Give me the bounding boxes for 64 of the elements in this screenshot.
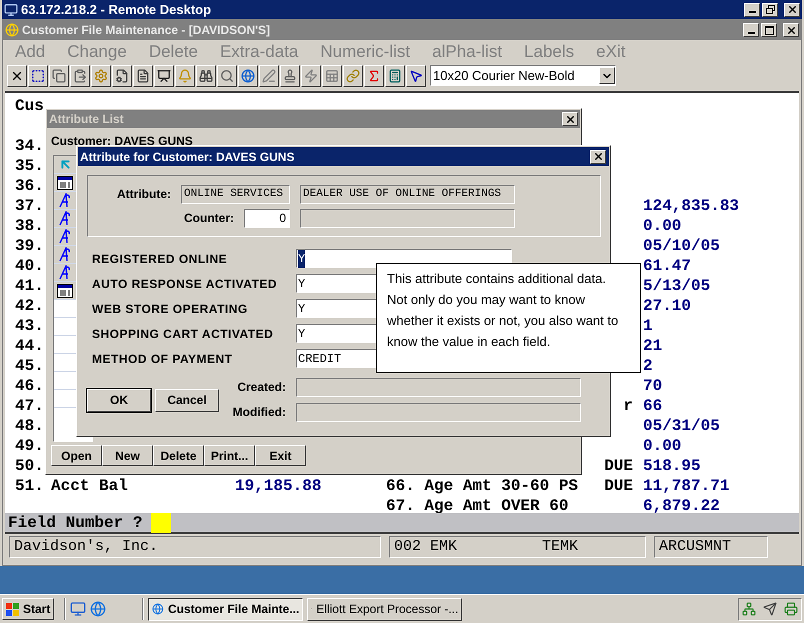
field-value: 0.00 bbox=[643, 437, 682, 455]
field-number: 35. bbox=[15, 157, 44, 175]
field-value: 61.47 bbox=[643, 257, 692, 275]
field-number: 51. bbox=[15, 477, 44, 495]
attribute-field-label: METHOD OF PAYMENT bbox=[92, 350, 234, 368]
field-value: 19,185.88 bbox=[235, 477, 322, 495]
field-number: 41. bbox=[15, 277, 44, 295]
field-number: 36. bbox=[15, 177, 44, 195]
counter-label: Counter: bbox=[184, 210, 234, 227]
field-number: 40. bbox=[15, 257, 44, 275]
field-value: 66 bbox=[643, 397, 662, 415]
field-label: Acct Bal bbox=[51, 477, 128, 495]
dialog-title: Attribute for Customer: DAVES GUNS bbox=[80, 148, 294, 166]
field-number: 34. bbox=[15, 137, 44, 155]
field-value: 1 bbox=[643, 317, 653, 335]
field-label: r bbox=[623, 397, 633, 415]
attribute-label: Attribute: bbox=[117, 186, 171, 203]
window-title: 63.172.218.2 - Remote Desktop bbox=[21, 3, 212, 16]
field-label: 67. Age Amt OVER 60 bbox=[386, 497, 568, 515]
field-value: 27.10 bbox=[643, 297, 692, 315]
attribute-code-field: ONLINE SERVICES bbox=[181, 184, 290, 204]
field-number: 45. bbox=[15, 357, 44, 375]
prompt-label: Field Number ? bbox=[7, 512, 142, 534]
field-value: 05/31/05 bbox=[643, 417, 720, 435]
field-number: 44. bbox=[15, 337, 44, 355]
field-value: 5/13/05 bbox=[643, 277, 710, 295]
status-panel: Davidson's, Inc. bbox=[9, 536, 381, 558]
field-label: 66. Age Amt 30-60 PS bbox=[386, 477, 578, 495]
field-number: 43. bbox=[15, 317, 44, 335]
attribute-field-label: WEB STORE OPERATING bbox=[92, 300, 249, 318]
attribute-field-label: SHOPPING CART ACTIVATED bbox=[92, 326, 274, 342]
created-label: Created: bbox=[237, 379, 286, 396]
field-number: 49. bbox=[15, 437, 44, 455]
field-label: Cus bbox=[15, 96, 45, 116]
customer-label: Customer: DAVES GUNS bbox=[51, 133, 194, 149]
status-panel: ARCUSMNT bbox=[654, 536, 768, 558]
field-value: 05/10/05 bbox=[643, 237, 720, 255]
field-value: 21 bbox=[643, 337, 662, 355]
tooltip-text: This attribute contains additional data. Not only do you may want to know whether it exists or not, you also want to know the value in each field. bbox=[387, 270, 620, 351]
field-number: 42. bbox=[15, 297, 44, 315]
field-value: 124,835.83 bbox=[643, 197, 740, 215]
field-number: 39. bbox=[15, 237, 44, 255]
dialog-title: Attribute List bbox=[49, 111, 124, 128]
attribute-description-field: DEALER USE OF ONLINE OFFERINGS bbox=[300, 184, 515, 204]
field-number: 48. bbox=[15, 417, 44, 435]
field-value: 2 bbox=[643, 357, 653, 375]
field-value: 518.95 bbox=[643, 457, 701, 475]
field-label: DUE bbox=[604, 457, 633, 475]
field-number: 38. bbox=[15, 217, 44, 235]
field-value: 6,879.22 bbox=[643, 497, 720, 515]
field-value: 70 bbox=[643, 377, 662, 395]
window-title: Customer File Maintenance - [DAVIDSON'S] bbox=[22, 24, 270, 36]
field-number: 37. bbox=[15, 197, 44, 215]
modified-label: Modified: bbox=[232, 404, 286, 421]
field-number: 46. bbox=[15, 377, 44, 395]
field-value: 11,787.71 bbox=[643, 477, 730, 495]
status-user: 002 EMK bbox=[394, 536, 458, 557]
attribute-field-label: AUTO RESPONSE ACTIVATED bbox=[92, 276, 278, 292]
field-value: 0.00 bbox=[643, 217, 682, 235]
field-label: DUE bbox=[604, 477, 633, 495]
field-number: 47. bbox=[15, 397, 44, 415]
attribute-field-label: REGISTERED ONLINE bbox=[92, 250, 228, 268]
status-terminal: TEMK bbox=[542, 536, 578, 557]
field-number: 50. bbox=[15, 457, 44, 475]
